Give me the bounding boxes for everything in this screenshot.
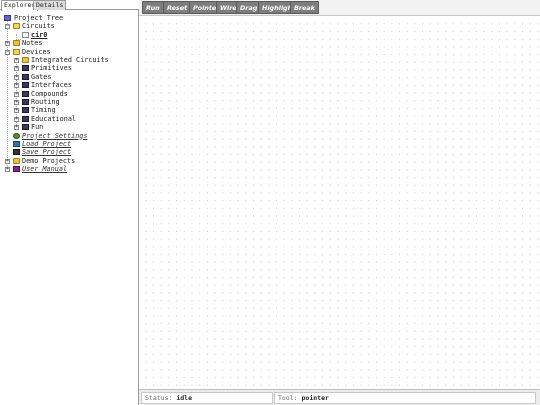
tree-item-label: User Manual: [22, 165, 68, 174]
tree-item-label: Primitives: [31, 64, 72, 73]
tree-item-label: Project Settings: [22, 131, 88, 140]
expand-icon[interactable]: +: [5, 167, 10, 173]
status-label: Status:: [145, 394, 173, 402]
expand-icon[interactable]: +: [5, 158, 10, 164]
tool-field: Tool: pointer: [274, 392, 536, 404]
expand-icon[interactable]: +: [14, 100, 19, 105]
load-icon: [13, 141, 20, 147]
tree-item-label: Compounds: [31, 89, 68, 98]
folder-icon: [22, 57, 29, 63]
expand-icon[interactable]: +: [5, 41, 10, 47]
panel-tab-bar: Explorer Details: [0, 0, 139, 11]
expand-icon[interactable]: +: [14, 116, 19, 122]
tab-details[interactable]: Details: [33, 0, 67, 10]
folder-open-icon: [13, 23, 20, 30]
run-button[interactable]: Run: [142, 1, 164, 14]
toolbar: Run Reset Pointer Wire Drag Highlight Br…: [139, 0, 540, 16]
save-icon: [13, 149, 20, 156]
circuit-canvas[interactable]: [139, 17, 540, 389]
book-icon: [13, 166, 20, 173]
tree-item-label: Timing: [31, 106, 56, 115]
tree-item-label: Routing: [31, 98, 60, 106]
tree-item-label: Save Project: [22, 148, 72, 157]
collapse-icon[interactable]: −: [5, 49, 10, 55]
chip-icon: [22, 73, 29, 80]
expand-icon[interactable]: +: [14, 58, 19, 63]
tree-item-label: Project Tree: [14, 14, 64, 22]
tree-item-label: Educational: [31, 114, 77, 123]
expand-icon[interactable]: +: [14, 108, 19, 114]
expand-icon[interactable]: +: [14, 66, 19, 72]
folder-icon: [13, 157, 20, 164]
gear-icon: [13, 132, 20, 139]
expand-icon[interactable]: +: [14, 91, 19, 97]
tree-item-label: Load Project: [22, 140, 72, 148]
tree-item-label: Fun: [31, 123, 44, 132]
status-value: idle: [176, 394, 192, 402]
tool-value: pointer: [301, 394, 329, 402]
expand-icon[interactable]: +: [14, 74, 19, 80]
project-tree-icon: [4, 15, 11, 21]
tree-item-label: Demo Projects: [22, 156, 76, 165]
folder-icon: [13, 40, 20, 47]
tree-item-label: Circuits: [22, 22, 55, 31]
chip-icon: [22, 107, 29, 114]
expand-icon[interactable]: +: [14, 125, 19, 131]
circuit-file-icon: [22, 31, 29, 38]
chip-icon: [22, 82, 29, 89]
chip-icon: [22, 65, 29, 72]
chip-icon: [22, 115, 29, 122]
tool-label: Tool:: [278, 394, 298, 402]
status-field: Status: idle: [141, 392, 273, 404]
tree-item-label: Interfaces: [31, 81, 72, 90]
chip-icon: [22, 124, 29, 131]
tree-item-label: cir0: [31, 30, 48, 39]
break-tool-button[interactable]: Break: [290, 1, 319, 14]
tree-item-label: Notes: [22, 39, 43, 48]
tree-item-label: Devices: [22, 47, 51, 56]
collapse-icon[interactable]: −: [5, 24, 10, 30]
tree-item-label: Integrated Circuits: [31, 56, 109, 64]
chip-icon: [22, 90, 29, 97]
tree-item-label: Gates: [31, 72, 52, 81]
chip-icon: [22, 99, 29, 105]
status-bar: Status: idle Tool: pointer: [139, 389, 540, 405]
explorer-panel: Explorer Details Project Tree − Circuits…: [0, 0, 139, 405]
expand-icon[interactable]: +: [14, 83, 19, 89]
folder-open-icon: [13, 48, 20, 55]
reset-button[interactable]: Reset: [163, 1, 192, 14]
